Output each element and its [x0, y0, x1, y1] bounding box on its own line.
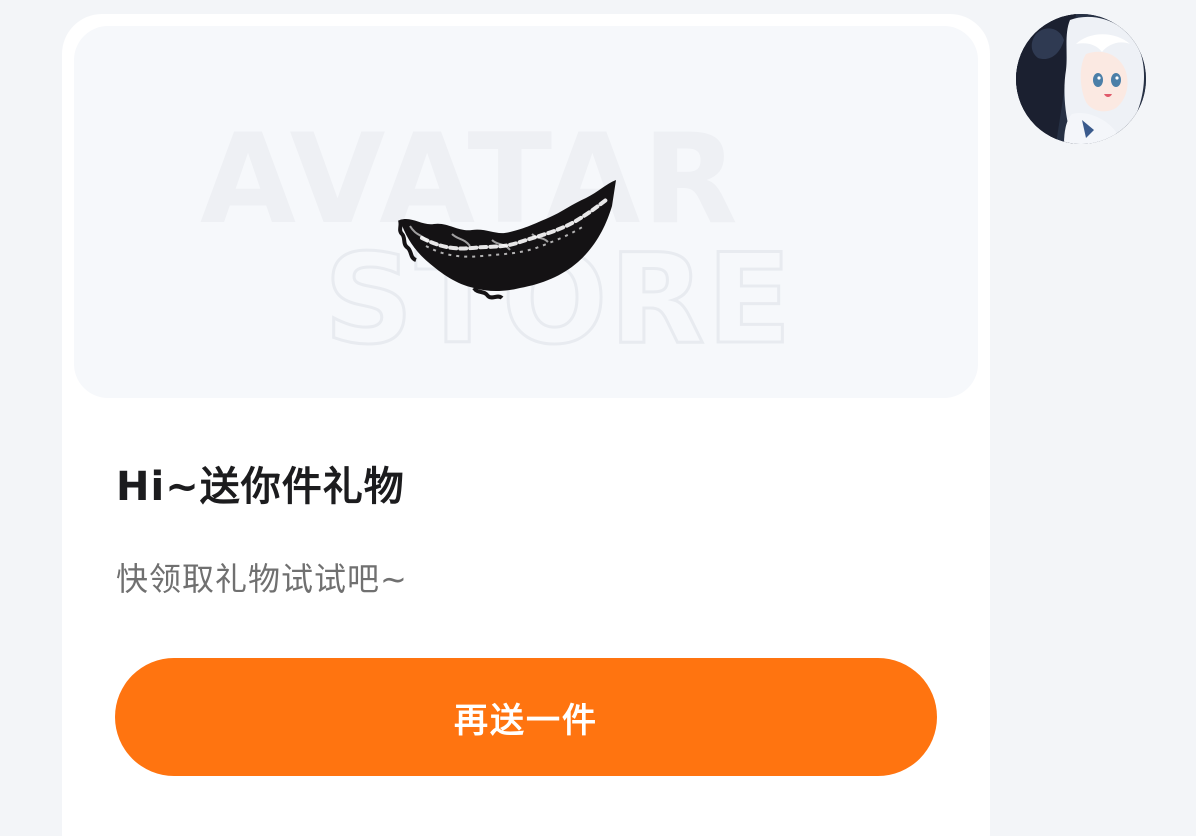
chat-view: AVATAR STORE Hi~送你件礼物 快领取礼物试试吧~ 再送一件	[0, 0, 1196, 836]
lace-mouth-item-image	[398, 180, 616, 300]
send-another-label: 再送一件	[454, 700, 598, 741]
gift-subtitle: 快领取礼物试试吧~	[116, 560, 408, 598]
gift-preview-panel: AVATAR STORE	[74, 26, 978, 398]
anime-girl-avatar-icon	[1016, 14, 1146, 144]
gift-title: Hi~送你件礼物	[116, 464, 405, 510]
gift-message-card[interactable]: AVATAR STORE Hi~送你件礼物 快领取礼物试试吧~ 再送一件	[62, 14, 990, 836]
sender-avatar[interactable]	[1016, 14, 1146, 144]
send-another-button[interactable]: 再送一件	[115, 658, 937, 776]
